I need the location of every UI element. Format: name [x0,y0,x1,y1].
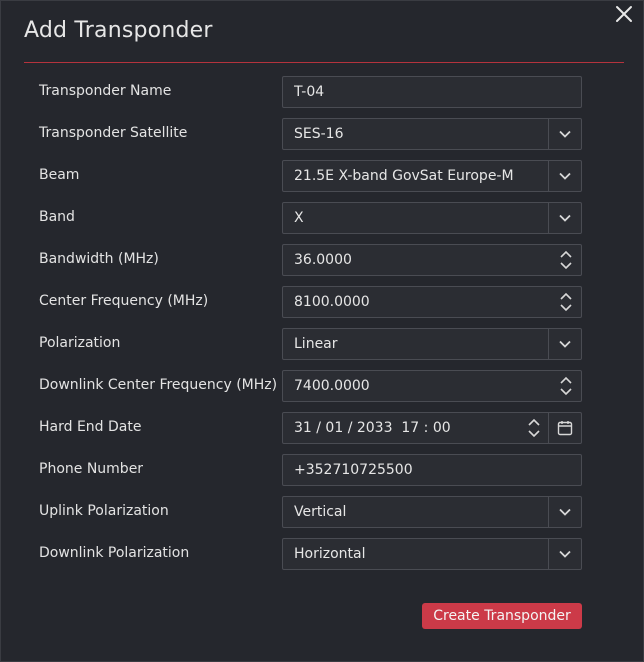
spinner-icon[interactable] [559,374,573,398]
spinner-icon[interactable] [559,248,573,272]
beam-label: Beam [39,167,80,183]
polarization-select[interactable]: Linear [282,328,582,360]
uplink-polarization-select[interactable]: Vertical [282,496,582,528]
field-row-beam: Beam 21.5E X-band GovSat Europe-ME [1,160,644,202]
transponder-satellite-select[interactable]: SES-16 [282,118,582,150]
transponder-name-label: Transponder Name [39,83,172,99]
hard-end-date-input[interactable]: 31 / 01 / 2033 17 : 00 [282,412,582,444]
band-label: Band [39,209,75,225]
phone-number-label: Phone Number [39,461,144,477]
bandwidth-label: Bandwidth (MHz) [39,251,159,267]
center-frequency-input[interactable]: 8100.0000 [282,286,582,318]
hard-end-date-label: Hard End Date [39,419,142,435]
spinner-icon[interactable] [559,290,573,314]
phone-number-value: +352710725500 [294,462,413,478]
band-value: X [294,210,304,226]
center-frequency-value: 8100.0000 [294,294,370,310]
center-frequency-label: Center Frequency (MHz) [39,293,209,309]
transponder-name-value: T-04 [294,84,325,100]
field-row-hard-end-date: Hard End Date 31 / 01 / 2033 17 : 00 [1,412,644,454]
downlink-center-frequency-input[interactable]: 7400.0000 [282,370,582,402]
transponder-name-input[interactable]: T-04 [282,76,582,108]
uplink-polarization-value: Vertical [294,504,347,520]
field-row-transponder-satellite: Transponder Satellite SES-16 [1,118,644,160]
field-row-transponder-name: Transponder Name T-04 [1,76,644,118]
dialog-title: Add Transponder [24,18,213,43]
beam-value: 21.5E X-band GovSat Europe-ME [294,168,514,184]
field-row-downlink-polarization: Downlink Polarization Horizontal [1,538,644,580]
close-icon[interactable] [613,3,635,25]
chevron-down-icon[interactable] [548,497,581,527]
band-select[interactable]: X [282,202,582,234]
phone-number-input[interactable]: +352710725500 [282,454,582,486]
downlink-polarization-label: Downlink Polarization [39,545,190,561]
chevron-down-icon[interactable] [548,203,581,233]
chevron-down-icon[interactable] [548,161,581,191]
bandwidth-value: 36.0000 [294,252,352,268]
spinner-icon[interactable] [527,416,541,440]
transponder-form: Transponder Name T-04 Transponder Satell… [1,76,644,580]
transponder-satellite-value: SES-16 [294,126,344,142]
bandwidth-input[interactable]: 36.0000 [282,244,582,276]
create-transponder-button[interactable]: Create Transponder [422,603,582,629]
downlink-center-frequency-label: Downlink Center Frequency (MHz) [39,377,278,393]
field-row-uplink-polarization: Uplink Polarization Vertical [1,496,644,538]
transponder-satellite-label: Transponder Satellite [39,125,188,141]
polarization-label: Polarization [39,335,121,351]
chevron-down-icon[interactable] [548,119,581,149]
field-row-bandwidth: Bandwidth (MHz) 36.0000 [1,244,644,286]
field-row-polarization: Polarization Linear [1,328,644,370]
downlink-polarization-select[interactable]: Horizontal [282,538,582,570]
polarization-value: Linear [294,336,338,352]
beam-select[interactable]: 21.5E X-band GovSat Europe-ME [282,160,582,192]
add-transponder-dialog: Add Transponder Transponder Name T-04 Tr… [0,0,644,662]
hard-end-date-value: 31 / 01 / 2033 17 : 00 [294,420,451,436]
downlink-center-frequency-value: 7400.0000 [294,378,370,394]
title-divider [24,62,624,63]
chevron-down-icon[interactable] [548,329,581,359]
field-row-band: Band X [1,202,644,244]
field-row-downlink-center-frequency: Downlink Center Frequency (MHz) 7400.000… [1,370,644,412]
uplink-polarization-label: Uplink Polarization [39,503,169,519]
downlink-polarization-value: Horizontal [294,546,366,562]
field-row-center-frequency: Center Frequency (MHz) 8100.0000 [1,286,644,328]
chevron-down-icon[interactable] [548,539,581,569]
field-row-phone-number: Phone Number +352710725500 [1,454,644,496]
calendar-icon[interactable] [548,413,581,443]
